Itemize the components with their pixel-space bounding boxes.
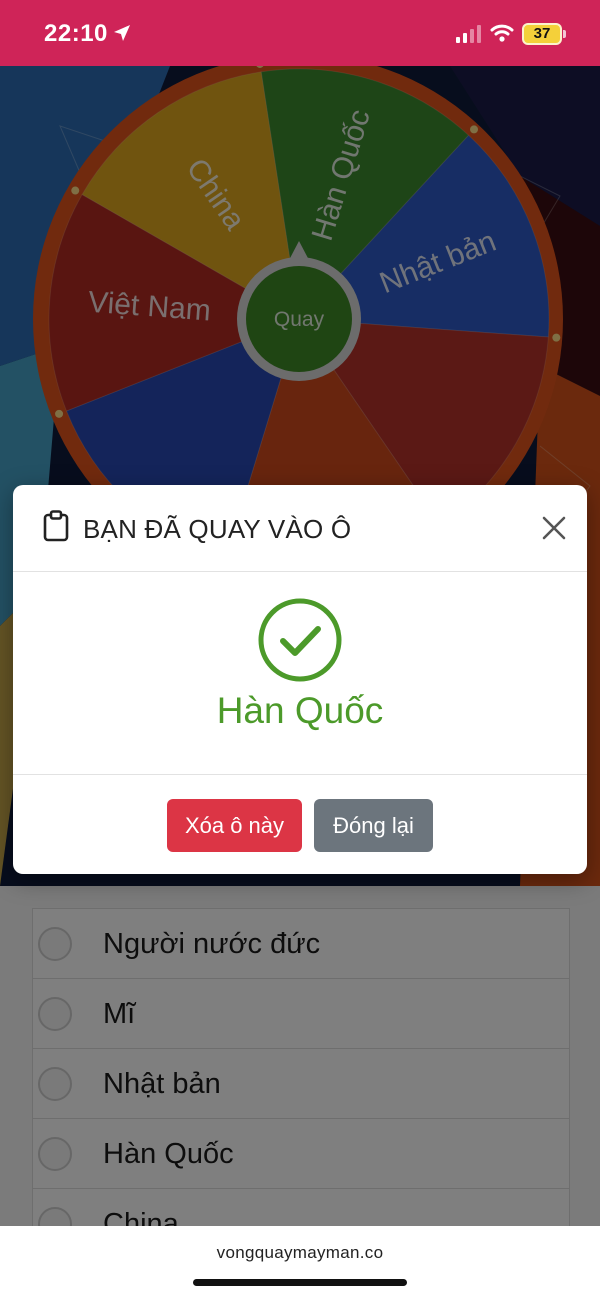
battery-indicator: 37 [522, 23, 562, 45]
status-time: 22:10 [44, 20, 108, 47]
battery-tip [563, 30, 566, 38]
check-circle-icon [258, 598, 342, 682]
close-icon[interactable] [541, 515, 567, 541]
status-bar: 22:10 37 [0, 0, 600, 66]
home-indicator[interactable] [193, 1279, 407, 1286]
result-text: Hàn Quốc [216, 690, 384, 731]
delete-slot-button[interactable]: Xóa ô này [167, 799, 302, 852]
modal-title: BẠN ĐÃ QUAY VÀO Ô [83, 514, 352, 544]
url-text[interactable]: vongquaymayman.co [0, 1243, 600, 1263]
location-arrow-icon [114, 25, 130, 41]
wifi-icon [490, 24, 514, 42]
cellular-signal-icon [456, 25, 481, 43]
close-modal-button[interactable]: Đóng lại [314, 799, 433, 852]
clipboard-icon [43, 510, 69, 542]
modal-body: Hàn Quốc [13, 572, 587, 774]
result-modal: BẠN ĐÃ QUAY VÀO Ô Hàn Quốc Xóa ô này Đón… [13, 485, 587, 874]
browser-url-bar[interactable]: vongquaymayman.co [0, 1226, 600, 1299]
modal-header: BẠN ĐÃ QUAY VÀO Ô [13, 485, 587, 572]
modal-footer: Xóa ô này Đóng lại [13, 774, 587, 874]
